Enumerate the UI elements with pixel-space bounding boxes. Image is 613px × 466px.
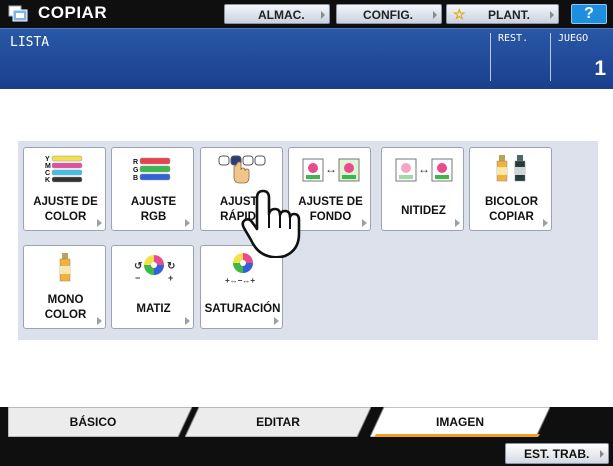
- twin-color-icon: [496, 155, 526, 182]
- chevron-right-icon: [433, 11, 437, 19]
- rgb-adjust-button[interactable]: RGB AJUSTE RGB: [111, 147, 194, 231]
- copier-icon: [8, 5, 28, 22]
- function-label: BICOLOR COPIAR: [484, 196, 539, 223]
- star-icon: ☆: [453, 6, 466, 22]
- touch-pointer-icon: [241, 189, 301, 258]
- job-status-button[interactable]: EST. TRAB.: [505, 443, 609, 464]
- function-label: AJUSTE DE FONDO: [298, 196, 363, 223]
- chevron-right-icon: [543, 219, 548, 227]
- twin-color-button[interactable]: BICOLOR COPIAR: [469, 147, 552, 231]
- hue-icon: ↺ ↻ − +: [134, 255, 175, 283]
- function-label: AJUSTE RGB: [130, 196, 177, 223]
- svg-text:↔: ↔: [325, 162, 337, 176]
- chevron-right-icon: [600, 450, 604, 458]
- top-bar: COPIAR ALMAC. CONFIG. ☆ PLANT. ?: [0, 0, 613, 28]
- svg-text:↺: ↺: [134, 261, 142, 272]
- chevron-right-icon: [455, 219, 460, 227]
- config-label: CONFIG.: [363, 8, 413, 22]
- svg-text:Y: Y: [45, 156, 50, 163]
- rest-label: REST.: [498, 33, 529, 44]
- chevron-right-icon: [274, 317, 279, 325]
- chevron-right-icon: [550, 11, 554, 19]
- function-label: SATURACIÓN: [204, 303, 281, 315]
- help-button[interactable]: ?: [571, 4, 607, 24]
- plant-button[interactable]: ☆ PLANT.: [446, 4, 559, 24]
- plant-label: PLANT.: [488, 8, 530, 22]
- svg-text:R: R: [133, 159, 138, 166]
- mode-label: LISTA: [10, 35, 50, 50]
- chevron-right-icon: [362, 219, 367, 227]
- status-header: LISTA REST. JUEGO 1: [0, 28, 613, 89]
- image-functions-panel: YMCK AJUSTE DE COLOR RGB AJUSTE RGB AJUS…: [18, 141, 598, 340]
- hue-button[interactable]: ↺ ↻ − + MATIZ: [111, 245, 194, 329]
- rgb-adjust-icon: RGB: [133, 157, 171, 182]
- color-balance-button[interactable]: YMCK AJUSTE DE COLOR: [23, 147, 106, 231]
- svg-text:+↔−↔+: +↔−↔+: [225, 276, 255, 285]
- function-label: NITIDEZ: [401, 205, 446, 217]
- juego-label: JUEGO: [558, 33, 589, 44]
- chevron-right-icon: [321, 11, 325, 19]
- svg-text:M: M: [45, 163, 51, 170]
- tab-imagen[interactable]: IMAGEN: [370, 407, 550, 437]
- chevron-right-icon: [185, 219, 190, 227]
- job-status-label: EST. TRAB.: [524, 447, 590, 461]
- svg-text:↔: ↔: [418, 162, 430, 176]
- divider: [490, 33, 491, 81]
- bottom-bar: EST. TRAB.: [0, 437, 613, 466]
- chevron-right-icon: [185, 317, 190, 325]
- svg-text:C: C: [45, 170, 50, 177]
- svg-text:B: B: [133, 175, 138, 182]
- svg-text:−: −: [135, 273, 140, 283]
- tab-label: EDITAR: [256, 415, 300, 429]
- color-balance-icon: YMCK: [45, 155, 83, 184]
- svg-text:+: +: [168, 273, 173, 283]
- copies-count: 1: [594, 57, 606, 80]
- chevron-right-icon: [97, 317, 102, 325]
- sharpness-icon: ↔: [395, 158, 453, 182]
- app-title: COPIAR: [38, 3, 108, 22]
- function-label: MONO COLOR: [44, 294, 87, 321]
- tab-label: IMAGEN: [436, 415, 484, 429]
- chevron-right-icon: [97, 219, 102, 227]
- tab-editar[interactable]: EDITAR: [185, 407, 371, 437]
- sharpness-button[interactable]: ↔ NITIDEZ: [381, 147, 464, 231]
- svg-text:↻: ↻: [167, 261, 175, 272]
- svg-text:K: K: [45, 177, 50, 184]
- mono-color-button[interactable]: MONO COLOR: [23, 245, 106, 329]
- svg-text:G: G: [133, 167, 139, 174]
- config-button[interactable]: CONFIG.: [336, 4, 442, 24]
- almac-label: ALMAC.: [258, 8, 305, 22]
- one-touch-adjust-icon: [218, 155, 266, 184]
- tab-basico[interactable]: BÁSICO: [8, 407, 192, 437]
- divider: [550, 33, 551, 81]
- almac-button[interactable]: ALMAC.: [224, 4, 330, 24]
- mono-color-icon: [59, 253, 71, 282]
- tab-bar: BÁSICO EDITAR IMAGEN: [0, 407, 613, 437]
- background-adjust-icon: ↔: [302, 158, 360, 182]
- tab-label: BÁSICO: [69, 415, 117, 429]
- function-label: AJUSTE DE COLOR: [33, 196, 98, 223]
- function-label: MATIZ: [136, 303, 171, 315]
